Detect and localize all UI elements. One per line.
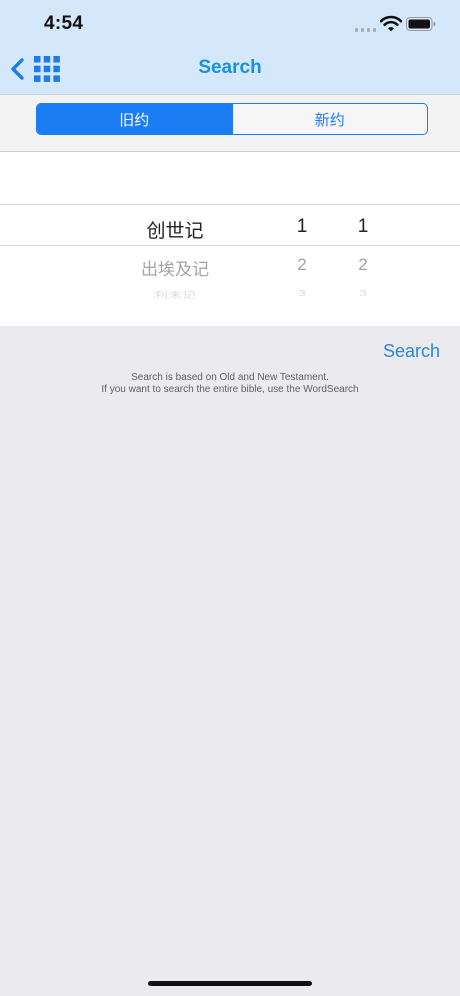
page-title: Search xyxy=(198,57,262,78)
picker-book-option[interactable]: 利未记 xyxy=(110,289,240,301)
segment-new-testament[interactable]: 新约 xyxy=(231,104,428,134)
back-chevron-icon[interactable] xyxy=(8,55,30,83)
picker-verse-option[interactable]: 2 xyxy=(343,255,383,275)
testament-segment-bar: 旧约 新约 xyxy=(0,95,460,152)
picker-chapter-option[interactable]: 2 xyxy=(282,255,322,275)
picker-chapter-selected[interactable]: 1 xyxy=(282,216,322,238)
cellular-signal-icon xyxy=(355,28,377,32)
picker-selection-bottom-line xyxy=(0,245,460,246)
info-note-line-2: If you want to search the entire bible, … xyxy=(101,384,359,395)
picker-chapter-option[interactable]: 3 xyxy=(282,288,322,298)
book-chapter-verse-picker[interactable]: 创世记 出埃及记 利未记 1 2 3 1 2 3 xyxy=(0,152,460,326)
picker-verse-selected[interactable]: 1 xyxy=(343,216,383,238)
picker-selection-top-line xyxy=(0,204,460,205)
testament-segmented-control: 旧约 新约 xyxy=(36,103,428,135)
picker-book-option[interactable]: 出埃及记 xyxy=(110,255,240,280)
battery-icon xyxy=(406,17,436,31)
picker-book-selected[interactable]: 创世记 xyxy=(110,216,240,243)
search-button[interactable]: Search xyxy=(370,341,440,362)
home-indicator xyxy=(148,981,312,986)
grid-icon[interactable] xyxy=(34,56,60,82)
status-time: 4:54 xyxy=(44,13,84,34)
info-note-line-1: Search is based on Old and New Testament… xyxy=(131,372,329,383)
segment-old-testament[interactable]: 旧约 xyxy=(37,104,232,134)
wifi-icon xyxy=(380,15,402,32)
picker-verse-option[interactable]: 3 xyxy=(343,288,383,298)
nav-bar: 4:54 Search xyxy=(0,0,460,95)
